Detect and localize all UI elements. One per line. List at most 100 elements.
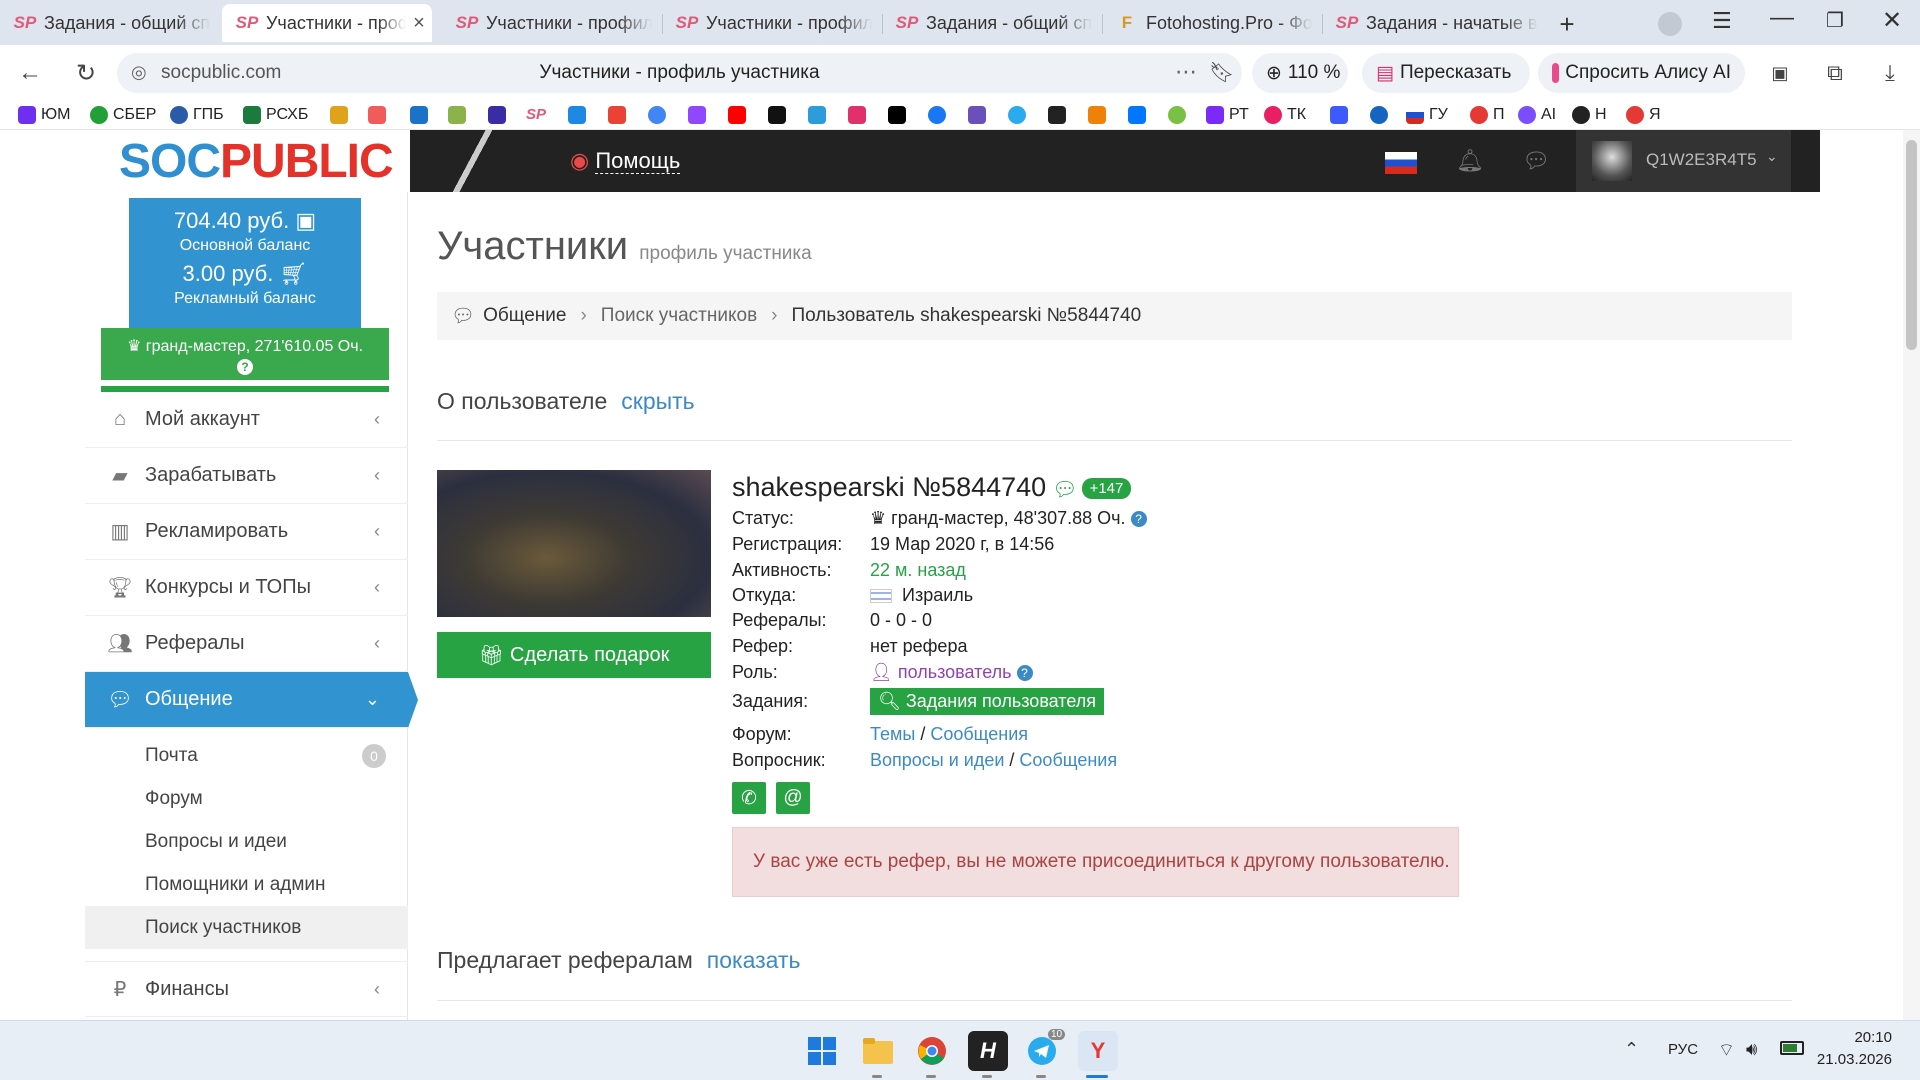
language-indicator[interactable]: РУС bbox=[1668, 1041, 1698, 1058]
zoom-button[interactable]: ⊕ 110 % bbox=[1252, 53, 1348, 93]
new-tab-icon[interactable]: + bbox=[1552, 10, 1582, 40]
help-icon[interactable]: ? bbox=[101, 358, 389, 376]
browser-tab[interactable]: SP Участники - профиль bbox=[662, 4, 872, 42]
menu-finance[interactable]: ₽ Финансы ‹ bbox=[85, 961, 408, 1017]
bookmark-item[interactable] bbox=[648, 104, 671, 126]
downloads-icon[interactable]: ⤓ bbox=[1870, 53, 1910, 93]
image-icon[interactable]: ▣ bbox=[1760, 53, 1800, 93]
start-icon[interactable] bbox=[802, 1031, 842, 1071]
help-icon[interactable]: ? bbox=[1130, 511, 1147, 528]
breadcrumb-item[interactable]: Поиск участников bbox=[601, 305, 757, 327]
close-tab-icon[interactable]: × bbox=[406, 12, 432, 35]
bookmark-item[interactable] bbox=[568, 104, 591, 126]
browser-tab[interactable]: SP Участники - профиль bbox=[442, 4, 652, 42]
app-h-icon[interactable]: H bbox=[968, 1031, 1008, 1071]
battery-icon[interactable] bbox=[1780, 1041, 1804, 1055]
menu-earn[interactable]: ▰ Зарабатывать ‹ bbox=[85, 448, 408, 504]
chat-icon[interactable]: 💬︎ bbox=[1522, 148, 1550, 174]
email-button[interactable]: @ bbox=[776, 782, 810, 814]
bookmark-item[interactable] bbox=[1168, 104, 1191, 126]
bookmark-item[interactable] bbox=[888, 104, 911, 126]
bookmark-item[interactable]: П bbox=[1470, 104, 1505, 126]
submenu-helpers[interactable]: Помощники и админ bbox=[85, 863, 408, 906]
browser-tab[interactable]: SP Задания - начатые ва bbox=[1322, 4, 1538, 42]
submenu-search-members[interactable]: Поиск участников bbox=[85, 906, 408, 949]
browser-tab[interactable]: F Fotohosting.Pro - Фото bbox=[1102, 4, 1312, 42]
bookmark-item[interactable]: РСХБ bbox=[243, 104, 308, 126]
bookmark-item[interactable] bbox=[1370, 104, 1393, 126]
breadcrumb-item[interactable]: Общение bbox=[483, 305, 566, 327]
phone-button[interactable]: ✆ bbox=[732, 782, 766, 814]
bookmark-item[interactable] bbox=[488, 104, 511, 126]
bell-icon[interactable]: 🔔︎ bbox=[1456, 148, 1484, 174]
retell-button[interactable]: ▤ Пересказать bbox=[1362, 53, 1530, 93]
bookmark-item[interactable] bbox=[848, 104, 871, 126]
bookmark-item[interactable] bbox=[728, 104, 751, 126]
bookmark-icon[interactable]: 🔖︎ bbox=[1209, 60, 1234, 85]
chat-icon[interactable]: 💬︎ bbox=[1052, 479, 1077, 501]
hide-link[interactable]: скрыть bbox=[621, 388, 694, 414]
tray-chevron-up-icon[interactable]: ⌃ bbox=[1624, 1039, 1639, 1060]
bookmark-item[interactable] bbox=[410, 104, 433, 126]
gift-button[interactable]: 🎁︎ Сделать подарок bbox=[437, 632, 711, 678]
browser-tab[interactable]: SP Задания - общий спис bbox=[0, 4, 210, 42]
minimize-icon[interactable]: — bbox=[1770, 4, 1794, 32]
profile-icon[interactable] bbox=[1658, 12, 1682, 36]
bookmark-item[interactable] bbox=[368, 104, 391, 126]
bookmark-item[interactable]: AI bbox=[1518, 104, 1556, 126]
user-menu[interactable]: Q1W2E3R4T5 ⌄ bbox=[1576, 130, 1791, 192]
bookmark-item[interactable] bbox=[1008, 104, 1031, 126]
user-tasks-button[interactable]: 🔍︎ Задания пользователя bbox=[870, 688, 1104, 715]
extensions-icon[interactable]: ⧉ bbox=[1815, 53, 1855, 93]
bookmark-item[interactable]: РТ bbox=[1206, 104, 1249, 126]
browser-tab-active[interactable]: SP Участники - профиль × bbox=[222, 4, 432, 42]
bookmark-item[interactable] bbox=[1048, 104, 1071, 126]
bookmark-item[interactable]: Я bbox=[1626, 104, 1661, 126]
bookmark-item[interactable]: ГУ bbox=[1406, 104, 1448, 126]
scrollbar-thumb[interactable] bbox=[1906, 140, 1917, 350]
chrome-icon[interactable] bbox=[912, 1031, 952, 1071]
language-flag-icon[interactable] bbox=[1385, 152, 1417, 174]
browser-tab[interactable]: SP Задания - общий спис bbox=[882, 4, 1092, 42]
forum-messages-link[interactable]: Сообщения bbox=[930, 724, 1028, 744]
clock-date[interactable]: 21.03.2026 bbox=[1812, 1051, 1892, 1068]
qa-ideas-link[interactable]: Вопросы и идеи bbox=[870, 750, 1004, 770]
volume-icon[interactable]: 🔊︎ bbox=[1746, 1039, 1757, 1060]
bookmark-item[interactable] bbox=[768, 104, 791, 126]
bookmark-item[interactable]: Н bbox=[1572, 104, 1607, 126]
show-link[interactable]: показать bbox=[707, 947, 801, 973]
bookmark-item[interactable]: ГПБ bbox=[170, 104, 224, 126]
menu-advertise[interactable]: ▥ Рекламировать ‹ bbox=[85, 504, 408, 560]
bookmark-item[interactable] bbox=[608, 104, 631, 126]
bookmark-item[interactable] bbox=[928, 104, 951, 126]
reload-icon[interactable]: ↻ bbox=[66, 53, 106, 93]
back-icon[interactable]: ← bbox=[10, 53, 50, 93]
menu-icon[interactable]: ☰ bbox=[1712, 8, 1732, 34]
help-link[interactable]: ◉ Помощь bbox=[570, 148, 681, 174]
alice-button[interactable]: Спросить Алису AI bbox=[1538, 53, 1745, 93]
yandex-browser-icon[interactable]: Y bbox=[1078, 1031, 1118, 1071]
bookmark-item[interactable] bbox=[688, 104, 711, 126]
bookmark-item[interactable] bbox=[1128, 104, 1151, 126]
address-bar[interactable]: ◎ socpublic.com Участники - профиль учас… bbox=[117, 53, 1242, 93]
clock-time[interactable]: 20:10 bbox=[1812, 1029, 1892, 1046]
menu-my-account[interactable]: ⌂ Мой аккаунт ‹ bbox=[85, 392, 408, 448]
menu-communication[interactable]: 💬︎ Общение ⌄ bbox=[85, 672, 408, 728]
restore-icon[interactable]: ❐ bbox=[1826, 8, 1844, 33]
page-scrollbar[interactable] bbox=[1903, 130, 1920, 1020]
submenu-mail[interactable]: Почта 0 bbox=[85, 734, 408, 777]
forum-topics-link[interactable]: Темы bbox=[870, 724, 915, 744]
menu-referrals[interactable]: 👥︎ Рефералы ‹ bbox=[85, 616, 408, 672]
menu-contests[interactable]: 🏆︎ Конкурсы и ТОПы ‹ bbox=[85, 560, 408, 616]
bookmark-item[interactable]: ТК bbox=[1264, 104, 1306, 126]
bookmark-item[interactable] bbox=[968, 104, 991, 126]
site-logo[interactable]: SOC PUBLIC bbox=[85, 130, 410, 192]
close-window-icon[interactable]: ✕ bbox=[1882, 6, 1902, 35]
bookmark-item[interactable]: СБЕР bbox=[90, 104, 156, 126]
bookmark-item[interactable] bbox=[1330, 104, 1353, 126]
wifi-icon[interactable]: ⌔ bbox=[1718, 1039, 1735, 1062]
submenu-questions[interactable]: Вопросы и идеи bbox=[85, 820, 408, 863]
file-explorer-icon[interactable] bbox=[858, 1031, 898, 1071]
bookmark-item[interactable] bbox=[330, 104, 353, 126]
submenu-forum[interactable]: Форум bbox=[85, 777, 408, 820]
